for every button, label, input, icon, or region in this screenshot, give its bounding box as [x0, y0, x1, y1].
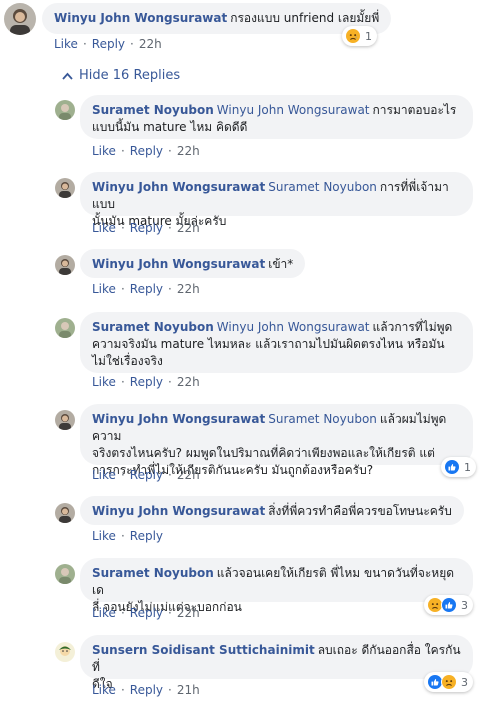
comment-text-line: แบบนี้มัน mature ไหม คิดดีดี: [92, 120, 248, 134]
timestamp[interactable]: 22h: [177, 144, 200, 158]
reply-link[interactable]: Reply: [130, 144, 163, 158]
reaction-summary[interactable]: 3: [424, 672, 473, 692]
avatar[interactable]: [55, 318, 75, 338]
comment-text-line: แล้วการที่ไม่พูด: [372, 320, 453, 334]
like-link[interactable]: Like: [92, 529, 116, 543]
sad-reaction-icon: [345, 28, 361, 44]
comment-text-line: เข้า*: [268, 257, 294, 271]
comment-author[interactable]: Winyu John Wongsurawat: [92, 504, 265, 518]
comment-author[interactable]: Winyu John Wongsurawat: [92, 180, 265, 194]
comment-actions: Like · Reply · 22h: [92, 375, 200, 389]
avatar-photo-icon: [55, 642, 75, 662]
avatar-photo-icon: [4, 3, 36, 35]
mention-link[interactable]: Suramet Noyubon: [268, 180, 377, 194]
reaction-count: 3: [461, 675, 468, 689]
comment-bubble: Suramet Noyubon Winyu John Wongsurawat แล้…: [80, 312, 473, 373]
comment-bubble: Winyu John Wongsurawat กรองแบบ unfriend เ…: [42, 3, 392, 34]
reply-link[interactable]: Reply: [130, 606, 163, 620]
mention-link[interactable]: Suramet Noyubon: [268, 412, 377, 426]
comment-actions: Like · Reply · 22h: [92, 282, 200, 296]
chevron-up-icon: [62, 72, 73, 80]
reply-link[interactable]: Reply: [130, 282, 163, 296]
like-reaction-icon: [441, 597, 457, 613]
timestamp[interactable]: 22h: [177, 221, 200, 235]
reaction-count: 3: [461, 598, 468, 612]
like-link[interactable]: Like: [92, 606, 116, 620]
comment-bubble: Suramet Noyubon แล้วจอนเคยให้เกียรติ พี่ไ…: [80, 558, 473, 614]
reply-link[interactable]: Reply: [130, 375, 163, 389]
timestamp[interactable]: 22h: [139, 37, 162, 51]
comment-author[interactable]: Winyu John Wongsurawat: [92, 257, 265, 271]
like-link[interactable]: Like: [92, 375, 116, 389]
comment-actions: Like · Reply · 22h: [92, 606, 200, 620]
avatar[interactable]: [55, 410, 75, 430]
hide-replies-button[interactable]: Hide 16 Replies: [62, 68, 180, 83]
avatar-photo-icon: [55, 178, 75, 198]
like-link[interactable]: Like: [92, 683, 116, 697]
avatar[interactable]: [4, 3, 36, 35]
comment-bubble: Winyu John Wongsurawat Suramet Noyubon แล้…: [80, 404, 473, 477]
reply-link[interactable]: Reply: [130, 468, 163, 482]
comment-text-line: ความจริงมัน mature ไหมหละ แล้วเราถามไปมั…: [92, 337, 445, 351]
comment-text: กรองแบบ unfriend เลยมั้ยพี่: [230, 11, 380, 25]
comment-actions: Like·Reply·: [92, 529, 163, 543]
avatar-photo-icon: [55, 564, 75, 584]
comment-actions: Like · Reply · 22h: [92, 468, 200, 482]
comment-author[interactable]: Suramet Noyubon: [92, 103, 214, 117]
comment-actions: Like · Reply · 22h: [92, 144, 200, 158]
avatar-photo-icon: [55, 410, 75, 430]
reaction-count: 1: [464, 460, 471, 474]
comment-bubble: Suramet Noyubon Winyu John Wongsurawat การ…: [80, 95, 473, 139]
reply-link[interactable]: Reply: [130, 529, 163, 543]
comment-bubble: Winyu John Wongsurawat สิ่งที่พี่ควรทำคือ…: [80, 496, 464, 525]
reaction-count: 1: [365, 29, 372, 43]
comment-bubble: Sunsern Soidisant Suttichainimit ลบเถอะ ด…: [80, 635, 473, 691]
comment-text-line: จริงตรงไหนครับ? ผมพูดในปริมาณที่คิดว่าเพ…: [92, 446, 435, 460]
comment-actions: Like · Reply · 22h: [92, 221, 200, 235]
comment-actions: Like · Reply · 22h: [54, 37, 162, 51]
hide-replies-label: Hide 16 Replies: [79, 68, 181, 83]
timestamp[interactable]: 22h: [177, 606, 200, 620]
comment-text-line: การมาตอบอะไร: [372, 103, 457, 117]
avatar-photo-icon: [55, 318, 75, 338]
comment-author[interactable]: Suramet Noyubon: [92, 320, 214, 334]
avatar[interactable]: [55, 564, 75, 584]
avatar[interactable]: [55, 255, 75, 275]
avatar[interactable]: [55, 100, 75, 120]
reaction-summary[interactable]: 3: [424, 595, 473, 615]
avatar-photo-icon: [55, 255, 75, 275]
comment-text-line: สิ่งที่พี่ควรทำคือพี่ควรขอโทษนะครับ: [268, 504, 452, 518]
like-link[interactable]: Like: [92, 144, 116, 158]
comment-author[interactable]: Sunsern Soidisant Suttichainimit: [92, 643, 315, 657]
reaction-summary[interactable]: 1: [441, 457, 476, 477]
comment-author[interactable]: Winyu John Wongsurawat: [92, 412, 265, 426]
avatar[interactable]: [55, 503, 75, 523]
timestamp[interactable]: 21h: [177, 683, 200, 697]
reply-link[interactable]: Reply: [130, 683, 163, 697]
comment-bubble: Winyu John Wongsurawat Suramet Noyubon การ…: [80, 172, 473, 228]
reply-link[interactable]: Reply: [92, 37, 125, 51]
timestamp[interactable]: 22h: [177, 375, 200, 389]
comment-author[interactable]: Suramet Noyubon: [92, 566, 214, 580]
comment-author[interactable]: Winyu John Wongsurawat: [54, 11, 227, 25]
sad-reaction-icon: [441, 674, 457, 690]
like-reaction-icon: [444, 459, 460, 475]
avatar-photo-icon: [55, 503, 75, 523]
reply-link[interactable]: Reply: [130, 221, 163, 235]
comment-actions: Like · Reply · 21h: [92, 683, 200, 697]
like-link[interactable]: Like: [54, 37, 78, 51]
like-link[interactable]: Like: [92, 468, 116, 482]
reaction-summary[interactable]: 1: [342, 26, 377, 46]
timestamp[interactable]: 22h: [177, 468, 200, 482]
mention-link[interactable]: Winyu John Wongsurawat: [217, 320, 370, 334]
mention-link[interactable]: Winyu John Wongsurawat: [217, 103, 370, 117]
timestamp[interactable]: 22h: [177, 282, 200, 296]
like-link[interactable]: Like: [92, 282, 116, 296]
avatar[interactable]: [55, 642, 75, 662]
avatar-photo-icon: [55, 100, 75, 120]
like-link[interactable]: Like: [92, 221, 116, 235]
avatar[interactable]: [55, 178, 75, 198]
comment-bubble: Winyu John Wongsurawat เข้า*: [80, 249, 306, 278]
comment-text-line: ไม่ใช่เรื่องจริง: [92, 354, 163, 368]
